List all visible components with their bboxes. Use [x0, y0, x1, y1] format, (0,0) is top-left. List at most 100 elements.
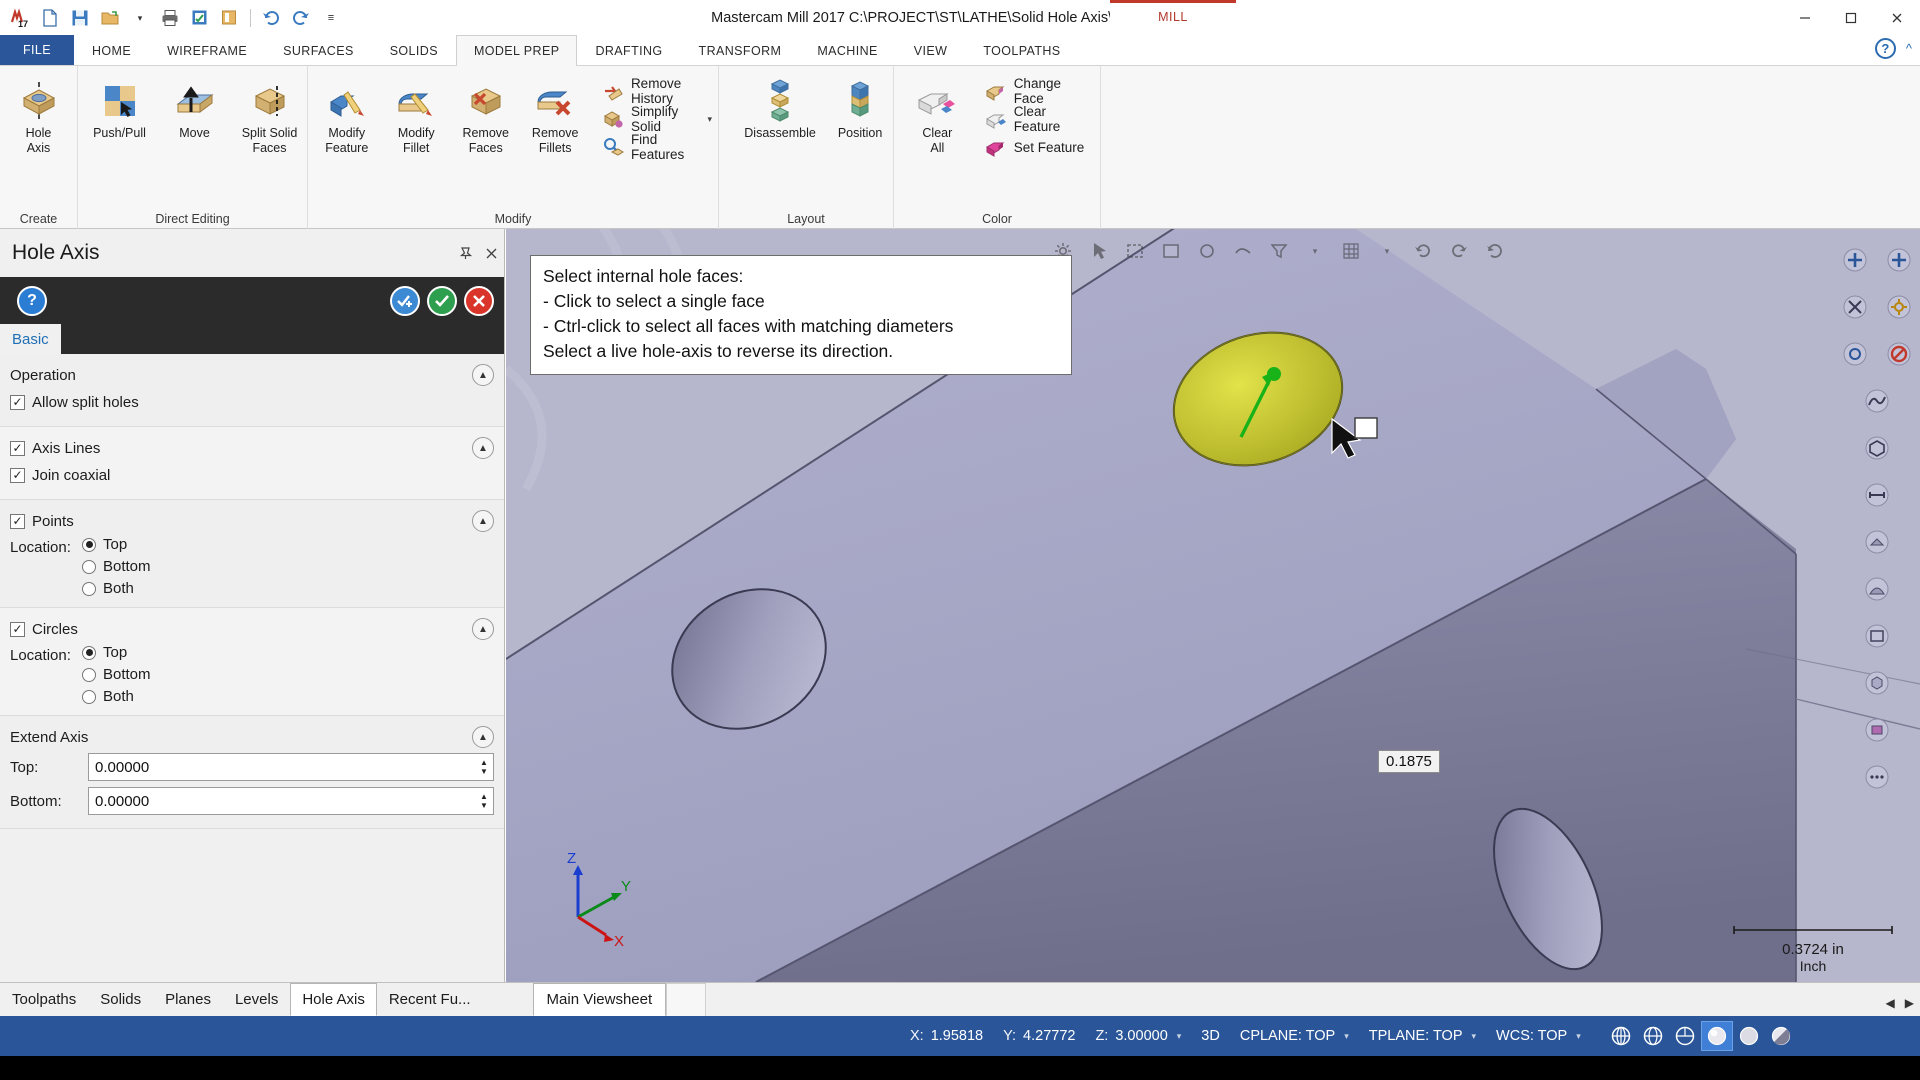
fit-view-icon[interactable]	[1836, 241, 1874, 279]
status-cplane[interactable]: CPLANE: TOP ▾	[1230, 1028, 1359, 1044]
status-z[interactable]: Z: 3.00000 ▾	[1085, 1028, 1191, 1044]
select-window-icon[interactable]	[1118, 236, 1152, 266]
ribbon-tab-view[interactable]: VIEW	[896, 35, 966, 65]
shaded-wireframe-view-icon[interactable]	[1669, 1021, 1701, 1051]
find-features-button[interactable]: Find Features	[596, 132, 718, 162]
remove-fillets-button[interactable]: Remove Fillets	[520, 74, 589, 156]
change-face-button[interactable]: Change Face	[979, 76, 1100, 106]
status-z-caret-icon[interactable]: ▾	[1177, 1031, 1182, 1042]
ribbon-tab-transform[interactable]: TRANSFORM	[681, 35, 800, 65]
collapse-circles-icon[interactable]: ▲	[472, 618, 494, 640]
extend-axis-bottom-input[interactable]	[88, 787, 494, 815]
undo-icon[interactable]	[257, 4, 285, 32]
extend-axis-top-input[interactable]	[88, 753, 494, 781]
set-feature-button[interactable]: Set Feature	[979, 134, 1100, 160]
shaded-view-icon[interactable]	[1700, 1021, 1733, 1051]
ribbon-collapse-icon[interactable]: ^	[1906, 41, 1912, 56]
material-shaded-view-icon[interactable]	[1765, 1021, 1797, 1051]
new-file-icon[interactable]	[36, 4, 64, 32]
circles-bottom-radio[interactable]	[82, 667, 96, 682]
clear-feature-button[interactable]: Clear Feature	[979, 104, 1100, 134]
collapse-operation-icon[interactable]: ▲	[472, 364, 494, 386]
refresh-view-icon[interactable]	[1478, 236, 1512, 266]
hole-axis-button[interactable]: Hole Axis	[0, 74, 77, 156]
solid-box-icon[interactable]	[1858, 664, 1896, 702]
bottom-tab-toolpaths[interactable]: Toolpaths	[0, 983, 88, 1016]
contextual-tab-mill[interactable]: MILL	[1110, 0, 1236, 30]
select-chain-icon[interactable]	[1226, 236, 1260, 266]
bottom-tab-levels[interactable]: Levels	[223, 983, 290, 1016]
split-solid-faces-button[interactable]: Split Solid Faces	[232, 74, 307, 156]
apply-and-create-new-button[interactable]	[390, 285, 420, 316]
modify-feature-button[interactable]: Modify Feature	[312, 74, 381, 156]
scroll-left-icon[interactable]: ◀	[1886, 996, 1895, 1010]
simplify-solid-button[interactable]: Simplify Solid ▾	[596, 104, 718, 134]
ribbon-tab-wireframe[interactable]: WIREFRAME	[149, 35, 265, 65]
status-cplane-caret-icon[interactable]: ▾	[1344, 1031, 1349, 1042]
bottom-tab-recent-functions[interactable]: Recent Fu...	[377, 983, 483, 1016]
no-entry-icon[interactable]	[1880, 335, 1918, 373]
save-icon[interactable]	[66, 4, 94, 32]
color-swatch-icon[interactable]	[1858, 711, 1896, 749]
redo-view-icon[interactable]	[1442, 236, 1476, 266]
extend-axis-top-spinner[interactable]: ▲▼	[88, 753, 494, 781]
collapse-axis-lines-icon[interactable]: ▲	[472, 437, 494, 459]
points-bottom-radio[interactable]	[82, 559, 96, 574]
panel-help-button[interactable]: ?	[17, 285, 47, 316]
viewsheet-scroll-arrows[interactable]: ◀ ▶	[1886, 996, 1914, 1010]
circles-radio-bottom[interactable]: Bottom	[82, 666, 151, 683]
center-view-icon[interactable]	[1836, 335, 1874, 373]
grid-dropdown-caret-icon[interactable]: ▾	[1370, 236, 1404, 266]
undo-view-icon[interactable]	[1406, 236, 1440, 266]
clear-all-button[interactable]: Clear All	[902, 74, 973, 156]
settings-gear-icon[interactable]	[1880, 288, 1918, 326]
panel-close-icon[interactable]	[478, 240, 504, 266]
circles-checkbox[interactable]: ✓	[10, 621, 25, 637]
remove-faces-button[interactable]: Remove Faces	[451, 74, 520, 156]
ok-button[interactable]	[427, 285, 457, 316]
help-icon[interactable]: ?	[1874, 38, 1896, 59]
status-mode-3d[interactable]: 3D	[1191, 1028, 1230, 1044]
points-radio-top[interactable]: Top	[82, 536, 151, 553]
move-button[interactable]: Move	[157, 74, 232, 141]
points-radio-bottom[interactable]: Bottom	[82, 558, 151, 575]
file-properties-icon[interactable]	[216, 4, 244, 32]
checkbox-allow-split-holes[interactable]: ✓ Allow split holes	[0, 388, 504, 416]
ribbon-tab-solids[interactable]: SOLIDS	[372, 35, 456, 65]
select-all-icon[interactable]	[1154, 236, 1188, 266]
flat-shaded-view-icon[interactable]	[1733, 1021, 1765, 1051]
select-entity-icon[interactable]	[1190, 236, 1224, 266]
circles-both-radio[interactable]	[82, 689, 96, 704]
ribbon-tab-drafting[interactable]: DRAFTING	[577, 35, 680, 65]
more-options-icon[interactable]	[1858, 758, 1896, 796]
measure-icon[interactable]	[1858, 476, 1896, 514]
status-wcs[interactable]: WCS: TOP ▾	[1486, 1028, 1591, 1044]
ribbon-tab-file[interactable]: FILE	[0, 35, 74, 65]
zoom-window-icon[interactable]	[1880, 241, 1918, 279]
select-arrow-icon[interactable]	[1082, 236, 1116, 266]
hidden-line-view-icon[interactable]	[1637, 1021, 1669, 1051]
ribbon-tab-toolpaths[interactable]: TOOLPATHS	[965, 35, 1078, 65]
viewsheet-add-tab[interactable]	[666, 983, 707, 1016]
maximize-button[interactable]	[1828, 0, 1874, 36]
select-filter-icon[interactable]	[1262, 236, 1296, 266]
checkbox-join-coaxial[interactable]: ✓ Join coaxial	[0, 461, 504, 489]
push-pull-button[interactable]: Push/Pull	[82, 74, 157, 141]
ribbon-tab-model-prep[interactable]: MODEL PREP	[455, 35, 578, 66]
status-wcs-caret-icon[interactable]: ▾	[1576, 1031, 1581, 1042]
status-tplane-caret-icon[interactable]: ▾	[1472, 1031, 1477, 1042]
axis-lines-checkbox[interactable]: ✓	[10, 440, 25, 456]
ribbon-tab-home[interactable]: HOME	[74, 35, 149, 65]
extend-axis-top-spin-buttons[interactable]: ▲ ▼	[476, 754, 492, 780]
bottom-tab-solids[interactable]: Solids	[88, 983, 153, 1016]
ribbon-tab-surfaces[interactable]: SURFACES	[265, 35, 372, 65]
collapse-points-icon[interactable]: ▲	[472, 510, 494, 532]
remove-history-button[interactable]: Remove History	[596, 76, 718, 106]
modify-fillet-button[interactable]: Modify Fillet	[381, 74, 450, 156]
extend-axis-bottom-spinner[interactable]: ▲▼	[88, 787, 494, 815]
spline-icon[interactable]	[1858, 382, 1896, 420]
pan-icon[interactable]	[1836, 288, 1874, 326]
print-icon[interactable]	[156, 4, 184, 32]
disassemble-button[interactable]: Disassemble	[733, 74, 827, 141]
points-checkbox[interactable]: ✓	[10, 513, 25, 529]
